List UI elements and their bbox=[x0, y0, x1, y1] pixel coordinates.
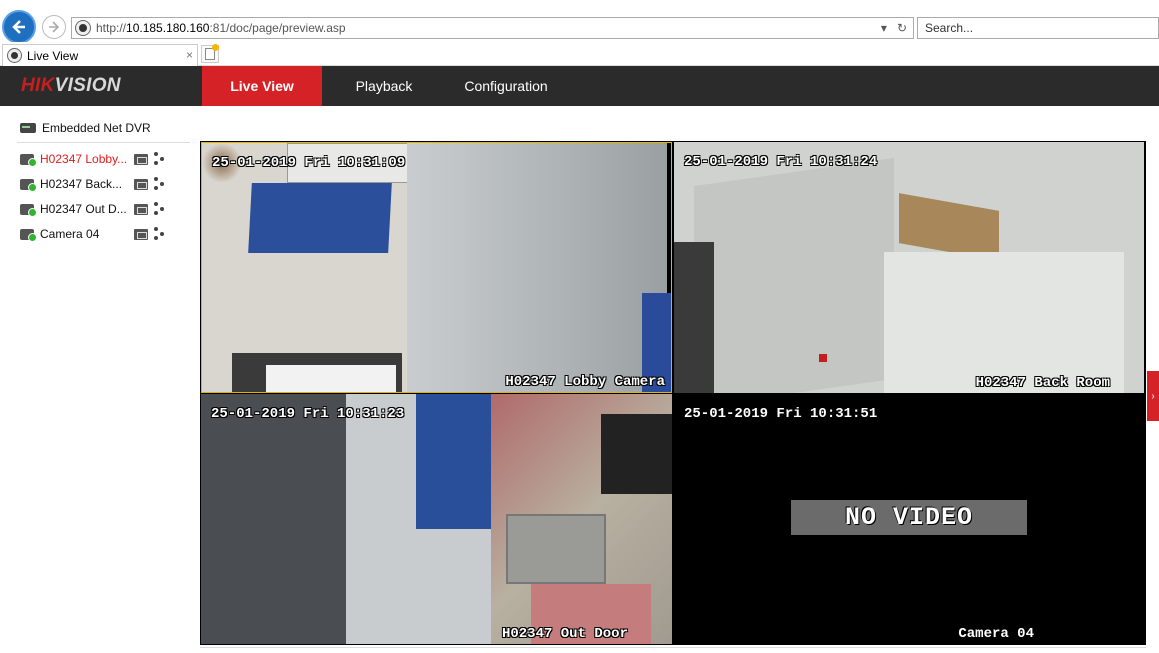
dvr-icon bbox=[20, 123, 36, 133]
browser-address-bar: http://10.185.180.160:81/doc/page/previe… bbox=[0, 0, 1159, 44]
ptz-icon[interactable] bbox=[154, 202, 168, 216]
browser-tab-bar: Live View × bbox=[0, 42, 1159, 66]
tab-live-view[interactable]: Live View × bbox=[2, 44, 198, 66]
divider bbox=[17, 142, 190, 143]
live-view-grid: 25-01-2019 Fri 10:31:09 H02347 Lobby Cam… bbox=[200, 141, 1146, 645]
record-icon[interactable] bbox=[134, 178, 148, 190]
new-tab-button[interactable] bbox=[201, 44, 219, 63]
divider bbox=[200, 647, 1146, 648]
record-icon[interactable] bbox=[134, 228, 148, 240]
camera-icon bbox=[20, 228, 37, 242]
refresh-icon[interactable]: ↻ bbox=[897, 21, 907, 35]
no-video-indicator: NO VIDEO bbox=[791, 500, 1027, 535]
ptz-icon[interactable] bbox=[154, 227, 168, 241]
nav-playback[interactable]: Playback bbox=[324, 66, 444, 106]
app-header: HIKVISION Live View Playback Configurati… bbox=[0, 66, 1159, 106]
close-icon[interactable]: × bbox=[186, 48, 193, 62]
camera-icon bbox=[20, 178, 37, 192]
video-tile-back-room[interactable]: 25-01-2019 Fri 10:31:24 H02347 Back Room bbox=[674, 142, 1144, 393]
camera-list-item[interactable]: H02347 Lobby... bbox=[20, 151, 180, 167]
nav-live-view[interactable]: Live View bbox=[202, 66, 322, 106]
url-input[interactable]: http://10.185.180.160:81/doc/page/previe… bbox=[71, 17, 914, 39]
arrow-left-icon bbox=[12, 20, 25, 34]
arrow-right-icon bbox=[49, 21, 60, 33]
camera-icon bbox=[20, 153, 37, 167]
search-input[interactable]: Search... bbox=[917, 17, 1159, 39]
chevron-right-icon: › bbox=[1151, 390, 1155, 402]
camera-icon bbox=[20, 203, 37, 217]
site-favicon-icon bbox=[75, 20, 91, 36]
video-tile-out-door[interactable]: 25-01-2019 Fri 10:31:23 H02347 Out Door bbox=[201, 394, 672, 644]
record-icon[interactable] bbox=[134, 203, 148, 215]
camera-list-item[interactable]: Camera 04 bbox=[20, 226, 180, 242]
device-tree-root[interactable]: Embedded Net DVR bbox=[20, 121, 151, 135]
ptz-icon[interactable] bbox=[154, 177, 168, 191]
nav-configuration[interactable]: Configuration bbox=[444, 66, 568, 106]
back-button[interactable] bbox=[2, 10, 36, 44]
url-text: http://10.185.180.160:81/doc/page/previe… bbox=[96, 21, 346, 35]
video-tile-lobby[interactable]: 25-01-2019 Fri 10:31:09 H02347 Lobby Cam… bbox=[201, 142, 672, 393]
ptz-icon[interactable] bbox=[154, 152, 168, 166]
dropdown-arrow-icon[interactable]: ▾ bbox=[881, 21, 887, 35]
new-tab-icon bbox=[205, 44, 219, 60]
video-tile-camera-04[interactable]: NO VIDEO 25-01-2019 Fri 10:31:51 Camera … bbox=[674, 394, 1144, 644]
camera-list-item[interactable]: H02347 Back... bbox=[20, 176, 180, 192]
camera-list-item[interactable]: H02347 Out D... bbox=[20, 201, 180, 217]
camera-sidebar: Embedded Net DVR H02347 Lobby... H02347 … bbox=[0, 106, 200, 653]
record-icon[interactable] bbox=[134, 153, 148, 165]
panel-toggle-button[interactable]: › bbox=[1147, 371, 1159, 421]
hikvision-logo: HIKVISION bbox=[21, 75, 121, 96]
tab-favicon-icon bbox=[7, 48, 22, 63]
forward-button[interactable] bbox=[42, 15, 66, 39]
